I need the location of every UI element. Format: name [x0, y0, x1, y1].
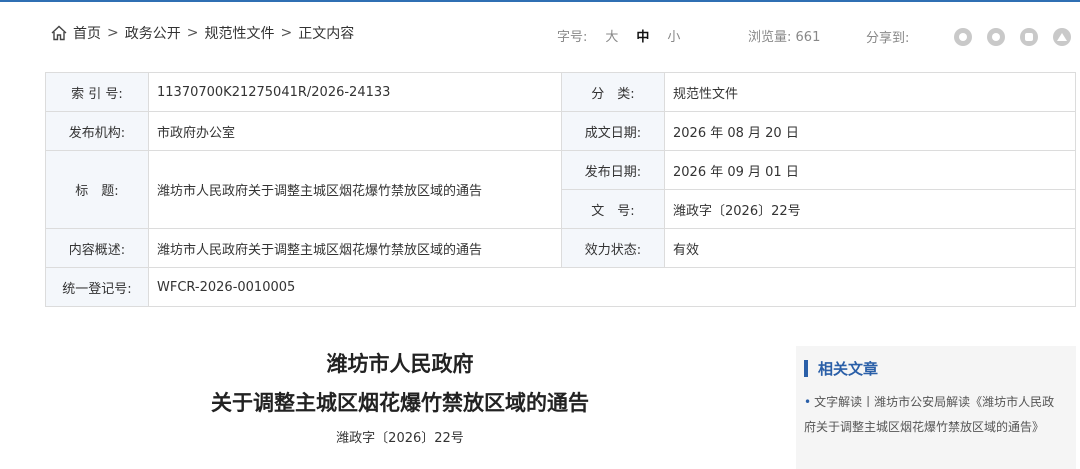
bullet-icon: • [804, 395, 812, 409]
favorite-icon[interactable] [1053, 28, 1071, 46]
status-value: 有效 [664, 228, 1076, 268]
views-value: 661 [795, 30, 821, 45]
article-title-line1: 潍坊市人民政府 [326, 352, 474, 376]
font-large-button[interactable]: 大 [605, 30, 618, 45]
view-count: 浏览量: 661 [748, 26, 820, 45]
font-size-control: 字号: 大 中 小 [557, 26, 698, 45]
category-value: 规范性文件 [664, 72, 1076, 112]
qzone-icon[interactable] [1020, 28, 1038, 46]
category-label: 分 类: [561, 72, 665, 112]
title-value: 潍坊市人民政府关于调整主城区烟花爆竹禁放区域的通告 [148, 150, 562, 229]
index-number-value: 11370700K21275041R/2026-24133 [148, 72, 562, 112]
font-size-label: 字号: [557, 30, 588, 45]
summary-value: 潍坊市人民政府关于调整主城区烟花爆竹禁放区域的通告 [148, 228, 562, 268]
table-row: 统一登记号: WFCR-2026-0010005 [45, 267, 1076, 307]
document-meta-table: 索 引 号: 11370700K21275041R/2026-24133 分 类… [45, 72, 1076, 307]
table-row: 索 引 号: 11370700K21275041R/2026-24133 分 类… [45, 72, 1076, 112]
related-article-link[interactable]: 文字解读丨潍坊市公安局解读《潍坊市人民政府关于调整主城区烟花爆竹禁放区域的通告》 [804, 395, 1054, 434]
breadcrumb-current: 正文内容 [298, 26, 355, 42]
share-icons [954, 28, 1071, 46]
publish-date-value: 2026 年 09 月 01 日 [664, 150, 1076, 190]
views-label: 浏览量: [748, 30, 792, 45]
breadcrumb-gov-affairs[interactable]: 政务公开 [125, 23, 181, 43]
title-label: 标 题: [45, 150, 149, 229]
home-icon[interactable] [50, 24, 68, 42]
status-label: 效力状态: [561, 228, 665, 268]
breadcrumb-separator: > [186, 25, 199, 41]
share-label: 分享到: [866, 31, 910, 46]
summary-label: 内容概述: [45, 228, 149, 268]
written-date-value: 2026 年 08 月 20 日 [664, 111, 1076, 151]
table-row: 发布机构: 市政府办公室 成文日期: 2026 年 08 月 20 日 [45, 111, 1076, 151]
issuer-label: 发布机构: [45, 111, 149, 151]
breadcrumb-separator: > [107, 25, 119, 41]
font-medium-button[interactable]: 中 [636, 30, 649, 45]
table-row: 内容概述: 潍坊市人民政府关于调整主城区烟花爆竹禁放区域的通告 效力状态: 有效 [45, 228, 1076, 268]
breadcrumb: 首页 > 政务公开 > 规范性文件 > 正文内容 [50, 23, 354, 43]
toolbar: 首页 > 政务公开 > 规范性文件 > 正文内容 字号: 大 中 小 浏览量: 661… [0, 0, 1080, 68]
related-articles-panel: 相关文章 • 文字解读丨潍坊市公安局解读《潍坊市人民政府关于调整主城区烟花爆竹禁放… [796, 346, 1076, 469]
index-number-label: 索 引 号: [45, 72, 149, 112]
table-row: 标 题: 潍坊市人民政府关于调整主城区烟花爆竹禁放区域的通告 发布日期: 202… [45, 150, 1076, 229]
list-item: • 文字解读丨潍坊市公安局解读《潍坊市人民政府关于调整主城区烟花爆竹禁放区域的通告… [804, 390, 1066, 440]
registration-label: 统一登记号: [45, 267, 149, 307]
article-title-line2: 关于调整主城区烟花爆竹禁放区域的通告 [211, 391, 589, 415]
issuer-value: 市政府办公室 [148, 111, 562, 151]
heading-accent-bar [804, 360, 808, 377]
related-articles-title: 相关文章 [818, 360, 879, 378]
weibo-icon[interactable] [987, 28, 1005, 46]
doc-number-label: 文 号: [561, 189, 665, 229]
written-date-label: 成文日期: [561, 111, 665, 151]
doc-number-value: 潍政字〔2026〕22号 [664, 189, 1076, 229]
breadcrumb-home[interactable]: 首页 [73, 23, 101, 43]
publish-date-label: 发布日期: [561, 150, 665, 190]
article-doc-number: 潍政字〔2026〕22号 [336, 431, 464, 446]
related-articles-heading: 相关文章 [804, 358, 878, 379]
registration-value: WFCR-2026-0010005 [148, 267, 1076, 307]
breadcrumb-normative-docs[interactable]: 规范性文件 [204, 23, 274, 43]
wechat-icon[interactable] [954, 28, 972, 46]
breadcrumb-separator: > [280, 25, 293, 41]
font-small-button[interactable]: 小 [667, 30, 680, 45]
